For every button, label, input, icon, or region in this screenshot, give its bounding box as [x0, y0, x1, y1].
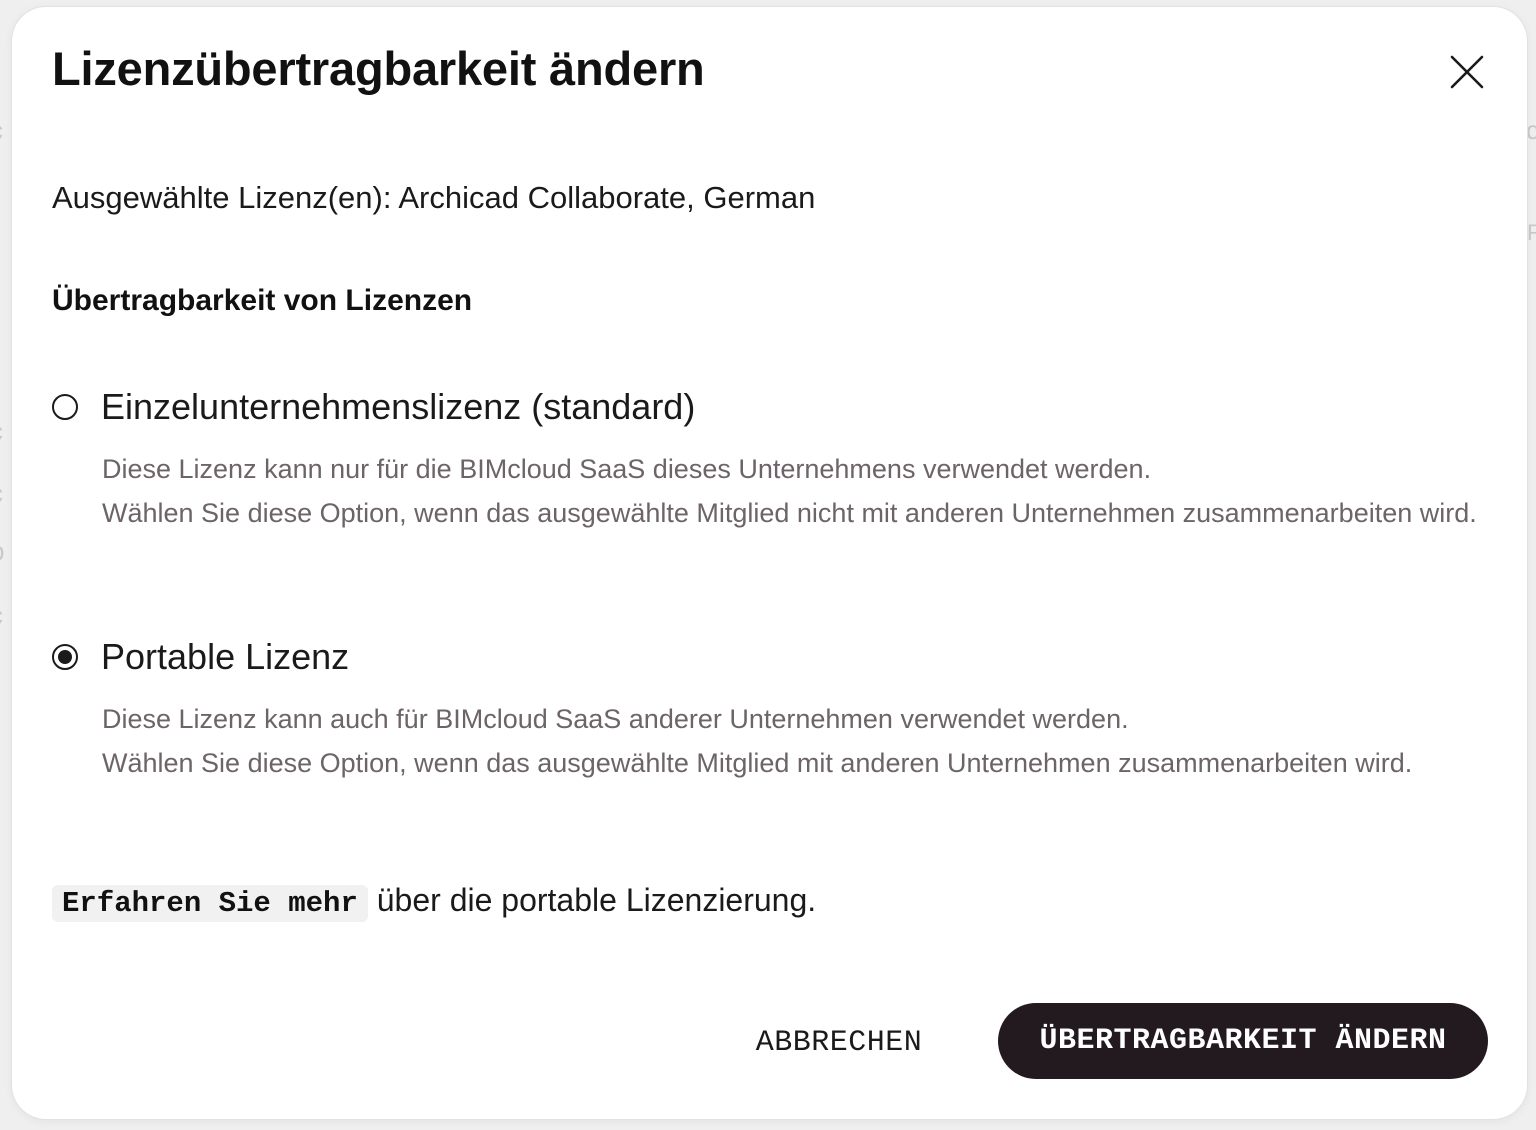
background-page-left-edge: c [0, 416, 3, 447]
option-description-line: Wählen Sie diese Option, wenn das ausgew… [102, 748, 1413, 778]
change-transferability-button[interactable]: ÜBERTRAGBARKEIT ÄNDERN [998, 1003, 1488, 1079]
background-page-right-edge: c [1526, 115, 1536, 145]
transferability-section-heading: Übertragbarkeit von Lizenzen [52, 284, 473, 317]
background-page-left-edge: p [0, 536, 4, 567]
option-label-single-company: Einzelunternehmenslizenz (standard) [101, 386, 696, 427]
background-page-left-edge: c [0, 115, 3, 146]
background-page-left-edge: c [0, 478, 3, 509]
cancel-button[interactable]: ABBRECHEN [736, 1011, 942, 1075]
license-transferability-dialog: Lizenzübertragbarkeit ändern Ausgewählte… [12, 7, 1527, 1119]
background-page-left-edge: c [0, 600, 3, 631]
option-description-single-company: Diese Lizenz kann nur für die BIMcloud S… [102, 447, 1492, 535]
dialog-title: Lizenzübertragbarkeit ändern [52, 42, 705, 95]
radio-single-company-license[interactable] [52, 394, 78, 420]
selected-licenses-text: Ausgewählte Lizenz(en): Archicad Collabo… [52, 180, 816, 215]
radio-portable-license[interactable] [52, 644, 78, 670]
learn-more-link[interactable]: Erfahren Sie mehr [52, 885, 368, 922]
option-description-portable: Diese Lizenz kann auch für BIMcloud SaaS… [102, 697, 1492, 785]
option-description-line: Diese Lizenz kann auch für BIMcloud SaaS… [102, 704, 1129, 734]
learn-more-text: Erfahren Sie mehr über die portable Lize… [52, 881, 816, 922]
learn-more-suffix: über die portable Lizenzierung. [367, 882, 817, 918]
option-description-line: Diese Lizenz kann nur für die BIMcloud S… [102, 454, 1152, 484]
option-label-portable: Portable Lizenz [101, 636, 350, 677]
close-icon[interactable] [1444, 49, 1490, 95]
option-description-line: Wählen Sie diese Option, wenn das ausgew… [102, 498, 1477, 528]
background-page-right-edge: R [1527, 220, 1536, 245]
